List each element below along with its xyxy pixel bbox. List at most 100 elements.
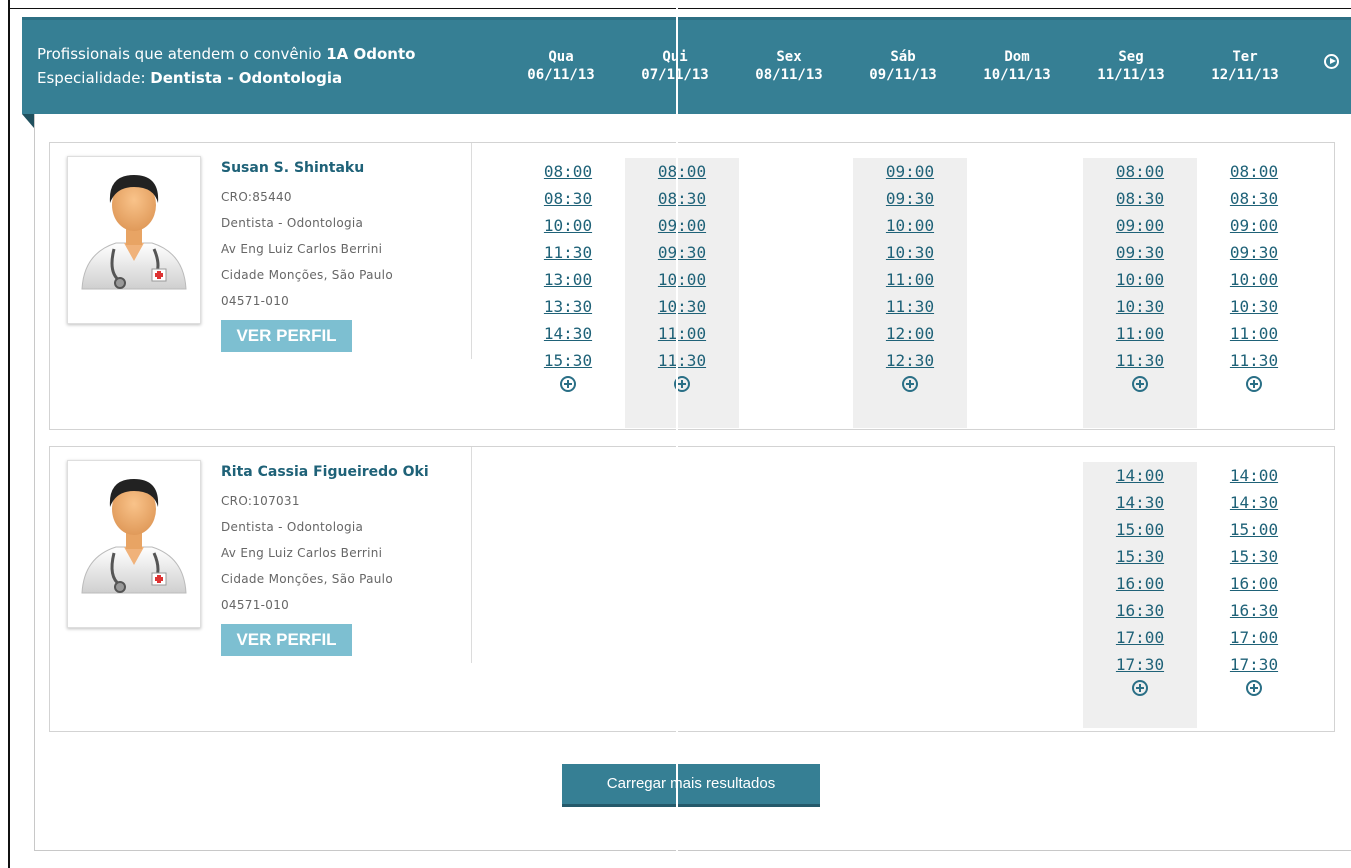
header-info: Profissionais que atendem o convênio 1A … bbox=[37, 42, 415, 90]
time-slot[interactable]: 14:30 bbox=[511, 320, 625, 347]
time-slot[interactable]: 11:00 bbox=[625, 320, 739, 347]
render-seam bbox=[676, 0, 678, 868]
professional-name[interactable]: Rita Cassia Figueiredo Oki bbox=[221, 464, 429, 480]
day-header-ter: Ter 12/11/13 bbox=[1211, 49, 1279, 83]
time-slot[interactable]: 15:30 bbox=[511, 347, 625, 374]
professional-address: Av Eng Luiz Carlos Berrini bbox=[221, 546, 383, 560]
circle-play-icon[interactable] bbox=[1324, 54, 1339, 69]
time-slot[interactable]: 08:30 bbox=[1197, 185, 1311, 212]
time-slot[interactable]: 09:30 bbox=[1197, 239, 1311, 266]
circle-plus-icon[interactable] bbox=[902, 376, 918, 392]
time-slot[interactable]: 10:30 bbox=[1083, 293, 1197, 320]
time-slot[interactable]: 09:30 bbox=[625, 239, 739, 266]
time-slot[interactable]: 13:00 bbox=[511, 266, 625, 293]
time-slot[interactable]: 17:00 bbox=[1197, 624, 1311, 651]
time-slot[interactable]: 15:30 bbox=[1083, 543, 1197, 570]
time-slot[interactable]: 09:00 bbox=[1197, 212, 1311, 239]
time-slot[interactable]: 11:30 bbox=[1197, 347, 1311, 374]
time-slot[interactable]: 11:00 bbox=[1083, 320, 1197, 347]
view-profile-button[interactable]: VER PERFIL bbox=[221, 320, 352, 352]
time-slot[interactable]: 16:00 bbox=[1083, 570, 1197, 597]
time-slot[interactable]: 08:30 bbox=[511, 185, 625, 212]
professional-card: Susan S. Shintaku CRO:85440 Dentista - O… bbox=[49, 142, 1335, 430]
time-slot[interactable]: 08:00 bbox=[1083, 158, 1197, 185]
time-slot[interactable]: 14:30 bbox=[1197, 489, 1311, 516]
circle-plus-icon[interactable] bbox=[1246, 376, 1262, 392]
slots-qui: 08:00 08:30 09:00 09:30 10:00 10:30 11:0… bbox=[625, 158, 739, 428]
time-slot[interactable]: 08:00 bbox=[511, 158, 625, 185]
time-slot[interactable]: 12:00 bbox=[853, 320, 967, 347]
day-header-qua: Qua 06/11/13 bbox=[527, 49, 595, 83]
specialty: Dentista - Odontologia bbox=[150, 69, 343, 87]
professional-cro: CRO:107031 bbox=[221, 494, 300, 508]
time-slot[interactable]: 10:00 bbox=[1197, 266, 1311, 293]
card-divider bbox=[471, 447, 472, 663]
time-slot[interactable]: 09:00 bbox=[853, 158, 967, 185]
time-slot[interactable]: 10:00 bbox=[853, 212, 967, 239]
view-profile-button[interactable]: VER PERFIL bbox=[221, 624, 352, 656]
time-slot[interactable]: 17:30 bbox=[1083, 651, 1197, 678]
header-line1-prefix: Profissionais que atendem o convênio bbox=[37, 45, 327, 63]
header-line2-prefix: Especialidade: bbox=[37, 69, 151, 87]
time-slot[interactable]: 16:00 bbox=[1197, 570, 1311, 597]
professional-city: Cidade Monções, São Paulo bbox=[221, 268, 393, 282]
professional-zip: 04571-010 bbox=[221, 294, 290, 308]
professional-card: Rita Cassia Figueiredo Oki CRO:107031 De… bbox=[49, 446, 1335, 732]
time-slot[interactable]: 13:30 bbox=[511, 293, 625, 320]
time-slot[interactable]: 09:00 bbox=[625, 212, 739, 239]
doctor-avatar-icon bbox=[67, 156, 201, 324]
load-more-button[interactable]: Carregar mais resultados bbox=[562, 764, 820, 807]
professional-address: Av Eng Luiz Carlos Berrini bbox=[221, 242, 383, 256]
time-slot[interactable]: 17:30 bbox=[1197, 651, 1311, 678]
time-slot[interactable]: 10:00 bbox=[1083, 266, 1197, 293]
time-slot[interactable]: 08:30 bbox=[625, 185, 739, 212]
day-header-dom: Dom 10/11/13 bbox=[983, 49, 1051, 83]
time-slot[interactable]: 14:00 bbox=[1197, 462, 1311, 489]
time-slot[interactable]: 15:00 bbox=[1083, 516, 1197, 543]
circle-plus-icon[interactable] bbox=[1132, 376, 1148, 392]
slots-qua: 08:00 08:30 10:00 11:30 13:00 13:30 14:3… bbox=[511, 158, 625, 428]
circle-plus-icon[interactable] bbox=[1246, 680, 1262, 696]
time-slot[interactable]: 17:00 bbox=[1083, 624, 1197, 651]
time-slot[interactable]: 16:30 bbox=[1197, 597, 1311, 624]
circle-plus-icon[interactable] bbox=[560, 376, 576, 392]
time-slot[interactable]: 15:00 bbox=[1197, 516, 1311, 543]
time-slot[interactable]: 08:30 bbox=[1083, 185, 1197, 212]
time-slot[interactable]: 11:00 bbox=[1197, 320, 1311, 347]
time-slot[interactable]: 10:30 bbox=[625, 293, 739, 320]
time-slot[interactable]: 15:30 bbox=[1197, 543, 1311, 570]
time-slot[interactable]: 11:30 bbox=[1083, 347, 1197, 374]
time-slot[interactable]: 11:30 bbox=[853, 293, 967, 320]
time-slot[interactable]: 09:30 bbox=[1083, 239, 1197, 266]
time-slot[interactable]: 14:30 bbox=[1083, 489, 1197, 516]
schedule-header: Profissionais que atendem o convênio 1A … bbox=[22, 17, 1351, 114]
window-frame-left bbox=[8, 0, 10, 868]
time-slot[interactable]: 08:00 bbox=[625, 158, 739, 185]
time-slot[interactable]: 14:00 bbox=[1083, 462, 1197, 489]
professional-info: Rita Cassia Figueiredo Oki CRO:107031 De… bbox=[221, 464, 429, 656]
time-slot[interactable]: 11:00 bbox=[853, 266, 967, 293]
professional-cro: CRO:85440 bbox=[221, 190, 292, 204]
time-slot[interactable]: 16:30 bbox=[1083, 597, 1197, 624]
time-slot[interactable]: 10:00 bbox=[625, 266, 739, 293]
card-divider bbox=[471, 143, 472, 359]
professional-zip: 04571-010 bbox=[221, 598, 290, 612]
professional-name[interactable]: Susan S. Shintaku bbox=[221, 160, 393, 176]
day-header-qui: Qui 07/11/13 bbox=[641, 49, 709, 83]
slots-ter: 08:00 08:30 09:00 09:30 10:00 10:30 11:0… bbox=[1197, 158, 1311, 428]
time-slot[interactable]: 09:00 bbox=[1083, 212, 1197, 239]
time-slot[interactable]: 08:00 bbox=[1197, 158, 1311, 185]
slots-ter: 14:00 14:30 15:00 15:30 16:00 16:30 17:0… bbox=[1197, 462, 1311, 728]
time-slot[interactable]: 11:30 bbox=[511, 239, 625, 266]
time-slot[interactable]: 11:30 bbox=[625, 347, 739, 374]
time-slot[interactable]: 09:30 bbox=[853, 185, 967, 212]
time-slot[interactable]: 10:30 bbox=[1197, 293, 1311, 320]
time-slot[interactable]: 12:30 bbox=[853, 347, 967, 374]
header-fold bbox=[22, 114, 34, 128]
doctor-avatar-icon bbox=[67, 460, 201, 628]
professional-info: Susan S. Shintaku CRO:85440 Dentista - O… bbox=[221, 160, 393, 352]
time-slot[interactable]: 10:30 bbox=[853, 239, 967, 266]
circle-plus-icon[interactable] bbox=[1132, 680, 1148, 696]
professional-specialty: Dentista - Odontologia bbox=[221, 216, 364, 230]
time-slot[interactable]: 10:00 bbox=[511, 212, 625, 239]
